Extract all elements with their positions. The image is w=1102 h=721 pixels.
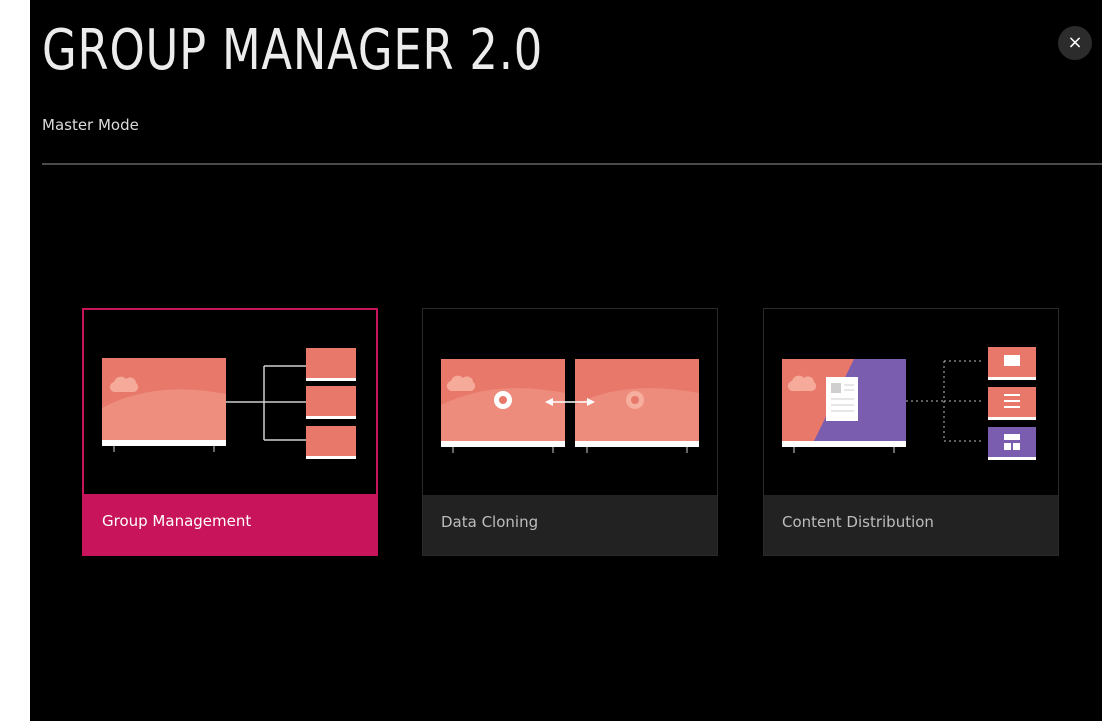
close-icon: × xyxy=(1067,32,1083,53)
header-divider xyxy=(42,163,1102,165)
mode-subtitle: Master Mode xyxy=(42,116,139,134)
card-label: Content Distribution xyxy=(782,513,934,531)
card-label: Data Cloning xyxy=(441,513,539,531)
card-label-bar: Content Distribution xyxy=(764,495,1058,555)
content-distribution-icon xyxy=(764,309,1058,497)
data-cloning-card[interactable]: Data Cloning xyxy=(422,308,718,556)
group-manager-screen: GROUP MANAGER 2.0 Master Mode × Group Ma… xyxy=(30,0,1102,721)
card-label-bar: Data Cloning xyxy=(423,495,717,555)
group-management-icon xyxy=(84,310,376,498)
card-label-bar: Group Management xyxy=(84,494,376,554)
card-label: Group Management xyxy=(102,512,252,530)
page-title: GROUP MANAGER 2.0 xyxy=(42,18,544,83)
data-cloning-icon xyxy=(423,309,717,497)
group-management-card[interactable]: Group Management xyxy=(82,308,378,556)
content-distribution-card[interactable]: Content Distribution xyxy=(763,308,1059,556)
close-button[interactable]: × xyxy=(1058,26,1092,60)
